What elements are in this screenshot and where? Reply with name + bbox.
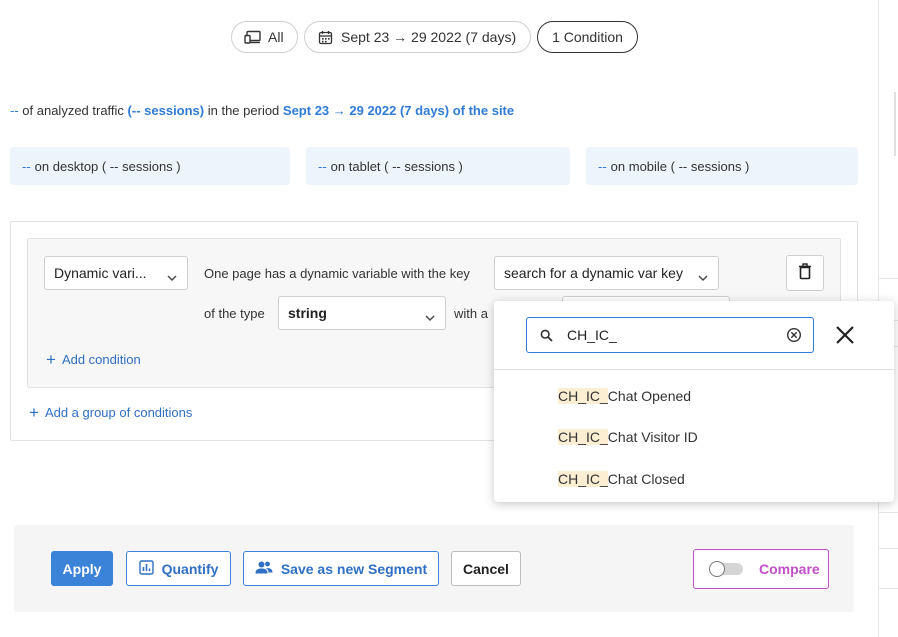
compare-toggle-button[interactable]: Compare [693, 549, 829, 589]
dropdown-option[interactable]: CH_IC_Chat Visitor ID [558, 429, 698, 445]
desktop-label: on desktop ( -- sessions ) [35, 159, 181, 174]
divider [879, 548, 898, 549]
divider [879, 512, 898, 513]
add-condition-label: Add condition [62, 352, 141, 367]
tablet-value: -- [318, 159, 327, 174]
dropdown-header [494, 301, 894, 370]
mobile-label: on mobile ( -- sessions ) [611, 159, 750, 174]
calendar-icon [318, 30, 333, 45]
tablet-traffic-box: -- on tablet ( -- sessions ) [306, 147, 570, 185]
mobile-value: -- [598, 159, 607, 174]
quantify-button[interactable]: Quantify [126, 551, 231, 586]
dropdown-search-input[interactable] [567, 325, 777, 345]
scroll-marker [894, 92, 896, 156]
add-group-link[interactable]: + Add a group of conditions [29, 405, 192, 420]
dynamic-var-key-dropdown: CH_IC_Chat Opened CH_IC_Chat Visitor ID … [494, 301, 894, 502]
apply-button[interactable]: Apply [51, 551, 113, 586]
option-match-highlight: CH_IC_ [558, 471, 608, 487]
operator-label: with a [454, 306, 488, 321]
users-icon [255, 561, 273, 577]
divider [879, 278, 898, 279]
date-range-label: Sept 23 → 29 2022 (7 days) [341, 29, 516, 45]
option-label: Chat Opened [608, 388, 691, 404]
dropdown-search-box [526, 317, 814, 353]
summary-sessions: (-- sessions) [128, 103, 205, 118]
dropdown-option[interactable]: CH_IC_Chat Closed [558, 471, 685, 487]
add-condition-link[interactable]: + Add condition [46, 352, 141, 367]
search-icon [540, 329, 553, 345]
chevron-down-icon [167, 269, 177, 285]
clear-circle-icon[interactable] [786, 327, 802, 346]
desktop-value: -- [22, 159, 31, 174]
condition-count-pill[interactable]: 1 Condition [537, 21, 638, 53]
summary-text: of analyzed traffic [19, 103, 128, 118]
delete-condition-button[interactable] [786, 255, 824, 291]
option-match-highlight: CH_IC_ [558, 429, 608, 445]
summary-period: Sept 23 → 29 2022 (7 days) of the site [283, 103, 514, 118]
summary-text: in the period [204, 103, 283, 118]
dynamic-var-key-placeholder: search for a dynamic var key [504, 265, 683, 281]
dropdown-option[interactable]: CH_IC_Chat Opened [558, 388, 691, 404]
plus-icon: + [46, 353, 56, 366]
save-segment-label: Save as new Segment [281, 561, 427, 577]
quantify-label: Quantify [162, 561, 219, 577]
condition-count-label: 1 Condition [552, 29, 623, 45]
option-label: Chat Visitor ID [608, 429, 698, 445]
divider [879, 588, 898, 589]
compare-label: Compare [759, 561, 820, 577]
option-match-highlight: CH_IC_ [558, 388, 608, 404]
condition-description: One page has a dynamic variable with the… [204, 266, 470, 281]
desktop-traffic-box: -- on desktop ( -- sessions ) [10, 147, 290, 185]
chevron-down-icon [425, 309, 435, 325]
device-filter-label: All [268, 29, 284, 45]
summary-value: -- [10, 103, 19, 118]
condition-type-value: Dynamic vari... [54, 265, 147, 281]
data-type-select[interactable]: string [278, 296, 446, 330]
dynamic-var-key-select[interactable]: search for a dynamic var key [494, 256, 719, 290]
toggle-knob [709, 561, 725, 577]
toggle-switch[interactable] [711, 563, 743, 575]
devices-icon [244, 30, 262, 44]
date-range-pill[interactable]: Sept 23 → 29 2022 (7 days) [304, 21, 531, 53]
bar-chart-icon [139, 560, 154, 578]
trash-icon [798, 263, 812, 283]
close-icon[interactable] [835, 325, 855, 348]
option-label: Chat Closed [608, 471, 685, 487]
device-filter-pill[interactable]: All [231, 21, 298, 53]
data-type-value: string [288, 305, 327, 321]
tablet-label: on tablet ( -- sessions ) [331, 159, 463, 174]
condition-type-select[interactable]: Dynamic vari... [44, 256, 188, 290]
cancel-button[interactable]: Cancel [451, 551, 521, 586]
chevron-down-icon [698, 269, 708, 285]
traffic-summary: -- of analyzed traffic (-- sessions) in … [10, 103, 514, 118]
mobile-traffic-box: -- on mobile ( -- sessions ) [586, 147, 858, 185]
save-segment-button[interactable]: Save as new Segment [243, 551, 439, 586]
add-group-label: Add a group of conditions [45, 405, 192, 420]
type-label: of the type [204, 306, 265, 321]
plus-icon: + [29, 406, 39, 419]
